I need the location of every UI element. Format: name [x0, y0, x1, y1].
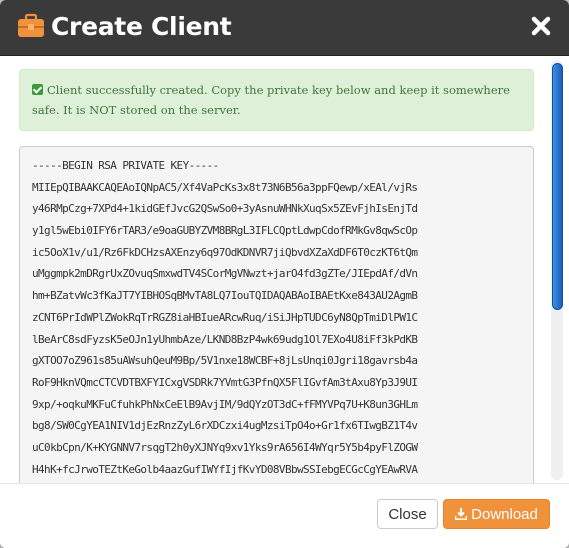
private-key-line: y46RMpCzg+7XPd4+1kidGEfJvcG2QSwSo0+3yAsn… — [32, 202, 418, 216]
dialog-content: Client successfully created. Copy the pr… — [19, 69, 534, 483]
private-key-line: uMggmpk2mDRgrUxZOvuqSmxwdTV4SCorMgVNwzt+… — [32, 267, 418, 281]
check-square-icon — [32, 84, 43, 95]
private-key-line: 9xp/+oqkuMKFuCfuhkPhNxCeElB9AvjIM/9dQYzO… — [32, 397, 418, 411]
private-key-line: uC0kbCpn/K+KYGNNV7rsqgT2h0yXJNYq9xv1Yks9… — [32, 440, 418, 454]
dialog-footer: Close Download — [0, 483, 569, 548]
dialog-title: Create Client — [51, 12, 232, 41]
create-client-dialog: Create Client Client successfully create… — [0, 0, 569, 548]
dialog-scrollbar[interactable] — [551, 60, 563, 480]
private-key-line: y1gl5wEbi0IFY6rTAR3/e9oaGUBYZVM8BRgL3IFL… — [32, 224, 418, 238]
download-label: Download — [471, 506, 538, 523]
dialog-body[interactable]: Client successfully created. Copy the pr… — [0, 56, 569, 483]
alert-message: Client successfully created. Copy the pr… — [32, 83, 510, 117]
scrollbar-thumb[interactable] — [552, 63, 563, 310]
private-key-line: MIIEpQIBAAKCAQEAoIQNpAC5/Xf4VaPcKs3x8t73… — [32, 180, 418, 194]
success-alert: Client successfully created. Copy the pr… — [19, 69, 534, 131]
download-icon — [455, 508, 468, 520]
private-key-line: RoF9HknVQmcCTCVDTBXFYICxgVSDRk7YVmtG3Pfn… — [32, 375, 418, 389]
private-key-line: hm+BZatvWc3fKaJT7YIBHOSqBMvTA8LQ7IouTQID… — [32, 289, 418, 303]
close-icon[interactable] — [529, 14, 553, 38]
private-key-line: zCNT6PrIdWPlZWokRqTrRGZ8iaHBIueARcwRuq/i… — [32, 310, 418, 324]
private-key-block[interactable]: -----BEGIN RSA PRIVATE KEY----- MIIEpQIBA… — [19, 146, 534, 483]
private-key-line: gXTOO7oZ961s85uAWsuhQeuM9Bp/5V1nxe18WCBF… — [32, 354, 418, 368]
download-button[interactable]: Download — [443, 499, 550, 529]
private-key-line: bg8/SW0CgYEA1NIV1djEzRnzZyL6rXDCzxi4ugMz… — [32, 419, 418, 433]
private-key-line: H4hK+fcJrwoTEZtKeGolb4aazGufIWYfIjfKvYD0… — [32, 462, 418, 476]
close-button[interactable]: Close — [377, 499, 438, 529]
private-key-line: -----BEGIN RSA PRIVATE KEY----- — [32, 159, 219, 172]
private-key-line: ic5OoX1v/u1/Rz6FkDCHzsAXEnzy6q97OdKDNVR7… — [32, 245, 418, 259]
private-key-line: lBeArC8sdFyzsK5eOJn1yUhmbAze/LKND8BzP4wk… — [32, 332, 418, 346]
briefcase-icon — [18, 13, 44, 37]
dialog-titlebar: Create Client — [0, 0, 569, 56]
